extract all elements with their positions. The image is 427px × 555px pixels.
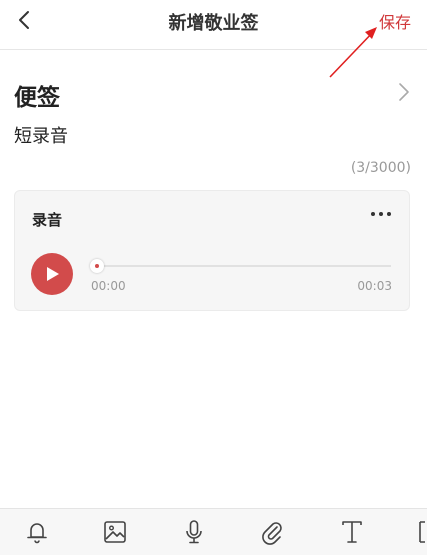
more-tools-button[interactable] xyxy=(414,519,427,545)
category-label: 便签 xyxy=(14,85,60,111)
microphone-icon xyxy=(186,520,202,544)
audio-attachment-card: 录音 00:00 00:03 xyxy=(14,190,410,311)
record-audio-button[interactable] xyxy=(181,519,207,545)
play-icon xyxy=(47,267,59,281)
category-selector[interactable]: 便签 xyxy=(14,78,414,111)
duration: 00:03 xyxy=(357,279,392,293)
audio-progress-slider[interactable] xyxy=(90,259,391,273)
more-tools-icon xyxy=(419,521,425,543)
reminder-button[interactable] xyxy=(24,519,50,545)
current-time: 00:00 xyxy=(91,279,126,293)
image-icon xyxy=(104,521,126,543)
character-counter: (3/3000) xyxy=(350,160,411,176)
paperclip-icon xyxy=(262,522,282,545)
note-content[interactable]: 短录音 xyxy=(14,122,68,148)
text-icon xyxy=(342,521,362,543)
more-dot-icon xyxy=(379,212,383,216)
more-options-button[interactable] xyxy=(371,209,393,221)
attach-file-button[interactable] xyxy=(259,519,285,545)
more-dot-icon xyxy=(371,212,375,216)
progress-knob[interactable] xyxy=(90,259,104,273)
text-format-button[interactable] xyxy=(339,519,365,545)
chevron-right-icon xyxy=(399,83,409,101)
annotation-arrow-icon xyxy=(329,27,377,78)
more-dot-icon xyxy=(387,212,391,216)
audio-title: 录音 xyxy=(32,211,63,229)
play-button[interactable] xyxy=(31,253,73,295)
bottom-toolbar xyxy=(0,508,427,555)
insert-image-button[interactable] xyxy=(102,519,128,545)
bell-icon xyxy=(27,523,47,544)
